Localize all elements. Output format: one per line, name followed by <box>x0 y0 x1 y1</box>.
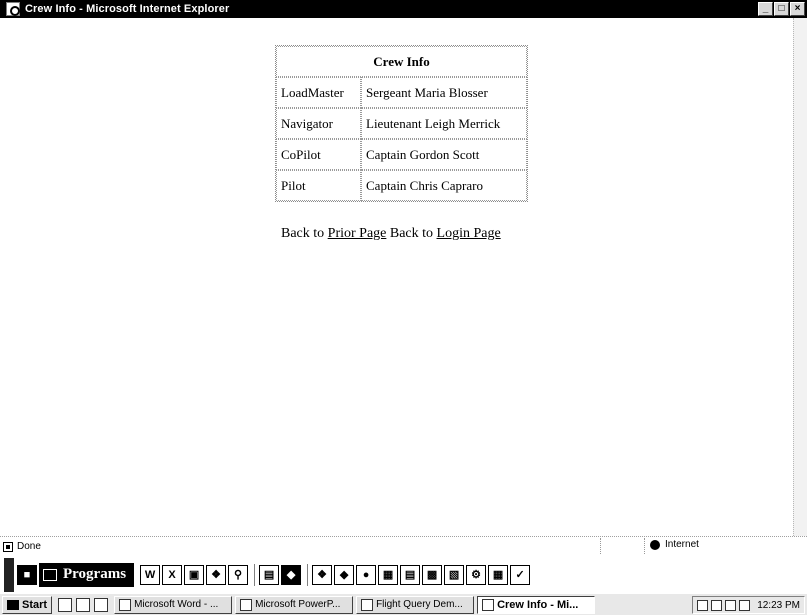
internet-explorer-icon <box>361 598 374 611</box>
accessories-icon[interactable]: ◆ <box>281 564 302 585</box>
taskbar-item-word[interactable]: Microsoft Word - ... <box>114 595 233 614</box>
explorer-icon[interactable]: ▤ <box>259 564 280 585</box>
document-icon[interactable]: ▦ <box>488 564 509 585</box>
powerpoint-icon <box>240 598 253 611</box>
excel-icon[interactable]: X <box>162 564 183 585</box>
find-icon[interactable]: ⚲ <box>228 564 249 585</box>
table-row: Pilot Captain Chris Capraro <box>276 170 527 201</box>
internet-explorer-icon <box>6 2 20 16</box>
taskbar: Start Microsoft Word - ... Microsoft Pow… <box>0 593 807 615</box>
task-label: Crew Info - Mi... <box>497 598 579 611</box>
status-left: Done <box>3 541 41 552</box>
crew-role: Navigator <box>276 108 361 139</box>
crew-name: Lieutenant Leigh Merrick <box>361 108 527 139</box>
checklist-icon[interactable]: ✓ <box>510 564 531 585</box>
office-logo-icon[interactable]: ■ <box>17 564 37 585</box>
window-title: Crew Info - Microsoft Internet Explorer <box>25 3 230 15</box>
globe-icon[interactable]: ● <box>356 564 377 585</box>
table-row: CoPilot Captain Gordon Scott <box>276 139 527 170</box>
settings-icon[interactable] <box>725 599 737 611</box>
folder-icon <box>43 568 57 581</box>
crew-name: Sergeant Maria Blosser <box>361 77 527 108</box>
login-page-link[interactable]: Login Page <box>437 226 501 241</box>
navigation-links: Back to Prior Page Back to Login Page <box>281 226 501 242</box>
notepad-icon[interactable]: ▤ <box>400 564 421 585</box>
globe-icon <box>650 539 660 550</box>
crew-role: CoPilot <box>276 139 361 170</box>
internet-explorer-icon[interactable] <box>76 597 91 612</box>
security-zone: Internet <box>650 539 699 550</box>
status-bar: Done Internet <box>0 536 807 556</box>
minimize-button[interactable]: _ <box>758 2 773 16</box>
maximize-button[interactable]: □ <box>774 2 789 16</box>
printer-icon[interactable]: ▩ <box>422 564 443 585</box>
start-button[interactable]: Start <box>2 595 53 614</box>
zone-label: Internet <box>665 539 699 550</box>
separator <box>254 563 256 586</box>
quick-launch <box>58 597 109 612</box>
internet-explorer-icon <box>482 598 495 611</box>
crew-role: Pilot <box>276 170 361 201</box>
programs-button[interactable]: Programs <box>39 562 135 587</box>
page-content: Crew Info LoadMaster Sergeant Maria Blos… <box>0 18 793 536</box>
crew-name: Captain Gordon Scott <box>361 139 527 170</box>
taskbar-item-powerpoint[interactable]: Microsoft PowerP... <box>235 595 354 614</box>
crew-info-table: Crew Info LoadMaster Sergeant Maria Blos… <box>275 45 528 202</box>
separator <box>307 563 309 586</box>
system-tray: 12:23 PM <box>692 596 805 614</box>
network-icon[interactable] <box>697 599 709 611</box>
task-label: Microsoft PowerP... <box>255 599 341 610</box>
paint-icon[interactable]: ◆ <box>334 564 355 585</box>
printer-icon[interactable] <box>739 599 751 611</box>
windows-logo-icon <box>7 599 19 610</box>
window-controls: _ □ × <box>758 2 805 16</box>
clock[interactable]: 12:23 PM <box>757 600 800 611</box>
volume-icon[interactable] <box>711 599 723 611</box>
powerpoint-icon[interactable]: ▣ <box>184 564 205 585</box>
network-icon[interactable]: ❖ <box>312 564 333 585</box>
crew-name: Captain Chris Capraro <box>361 170 527 201</box>
table-header: Crew Info <box>276 46 527 77</box>
taskbar-item-crew-info[interactable]: Crew Info - Mi... <box>477 595 596 614</box>
prior-page-link[interactable]: Prior Page <box>328 226 387 241</box>
table-row: LoadMaster Sergeant Maria Blosser <box>276 77 527 108</box>
task-label: Microsoft Word - ... <box>134 599 219 610</box>
crew-role: LoadMaster <box>276 77 361 108</box>
table-row: Navigator Lieutenant Leigh Merrick <box>276 108 527 139</box>
calculator-icon[interactable]: ▦ <box>378 564 399 585</box>
back-to-text: Back to <box>389 226 434 241</box>
taskbar-item-flight-query[interactable]: Flight Query Dem... <box>356 595 475 614</box>
settings-icon[interactable]: ⚙ <box>466 564 487 585</box>
office-bar-handle[interactable] <box>4 557 14 592</box>
folder-icon[interactable]: ▧ <box>444 564 465 585</box>
outlook-icon[interactable] <box>94 597 109 612</box>
show-desktop-icon[interactable] <box>58 597 73 612</box>
title-bar: Crew Info - Microsoft Internet Explorer … <box>0 0 807 18</box>
task-label: Flight Query Dem... <box>376 599 463 610</box>
access-icon[interactable]: ❖ <box>206 564 227 585</box>
page-done-icon <box>3 541 13 552</box>
programs-label: Programs <box>63 566 127 582</box>
vertical-scrollbar[interactable] <box>793 18 807 536</box>
word-icon[interactable]: W <box>140 564 161 585</box>
status-panels <box>600 538 645 554</box>
close-button[interactable]: × <box>790 2 805 16</box>
start-label: Start <box>22 598 48 611</box>
office-shortcut-bar: ■ Programs W X ▣ ❖ ⚲ ▤ ◆ ❖ ◆ ● ▦ ▤ ▩ ▧ ⚙… <box>0 556 807 593</box>
word-icon <box>119 598 132 611</box>
status-text: Done <box>17 541 41 552</box>
back-to-text: Back to <box>281 226 325 241</box>
